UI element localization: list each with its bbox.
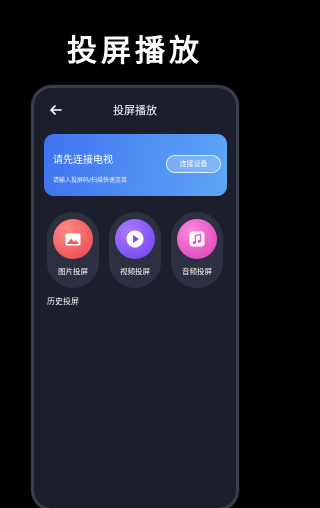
history-section-title: 历史投屏 [47, 297, 79, 306]
audio-cast-tile[interactable]: 音频投屏 [171, 212, 223, 288]
connect-card-heading: 请先连接电视 [53, 155, 113, 166]
music-note-icon [189, 231, 205, 247]
connect-device-button[interactable]: 连接设备 [166, 155, 221, 173]
audio-cast-label: 音频投屏 [182, 267, 212, 276]
promo-title: 投屏播放 [67, 34, 203, 69]
connect-card-subtext: 请输入投屏码/扫描快速连接 [53, 177, 128, 184]
audio-cast-icon-circle [177, 219, 217, 259]
video-cast-icon-circle [115, 219, 155, 259]
image-cast-tile[interactable]: 图片投屏 [47, 212, 99, 288]
play-icon [126, 230, 144, 248]
connect-tv-card: 请先连接电视 请输入投屏码/扫描快速连接 连接设备 [44, 134, 227, 196]
video-cast-label: 视频投屏 [120, 267, 150, 276]
phone-screen: 投屏播放 请先连接电视 请输入投屏码/扫描快速连接 连接设备 图片投屏 视频投屏 [34, 88, 236, 508]
image-icon [65, 233, 81, 245]
top-bar: 投屏播放 [34, 88, 236, 132]
image-cast-label: 图片投屏 [58, 267, 88, 276]
video-cast-tile[interactable]: 视频投屏 [109, 212, 161, 288]
page-title: 投屏播放 [113, 104, 157, 117]
image-cast-icon-circle [53, 219, 93, 259]
